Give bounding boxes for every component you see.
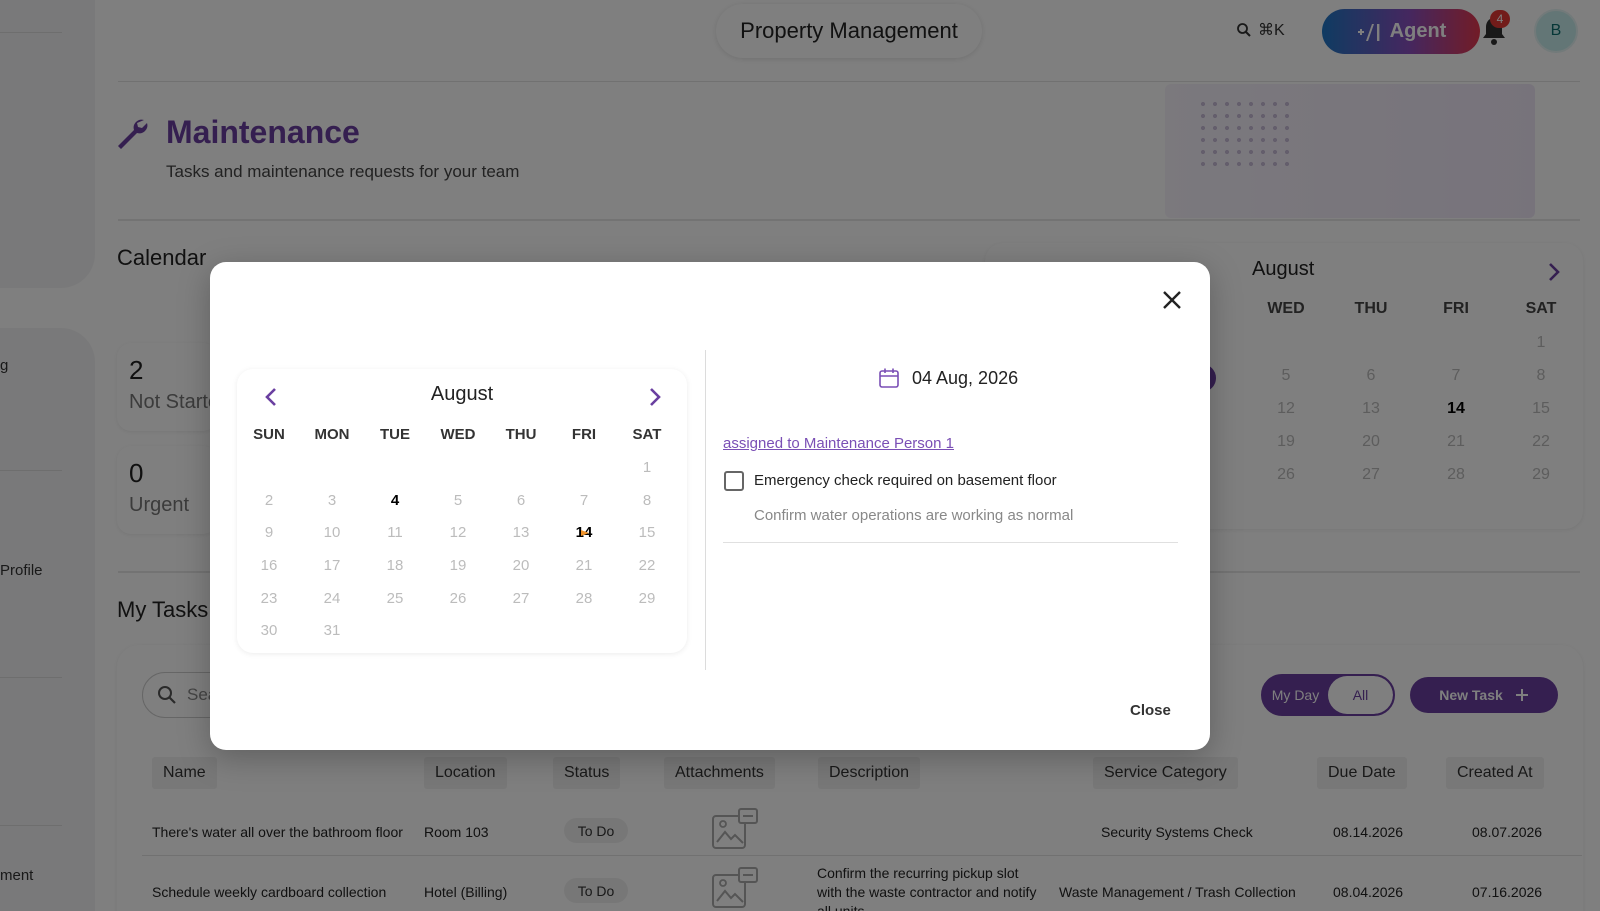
date-picker-day[interactable]: 8 — [615, 492, 679, 509]
date-picker-month: August — [430, 383, 494, 405]
close-icon[interactable] — [1160, 288, 1184, 312]
date-picker-day[interactable]: 16 — [237, 557, 301, 574]
date-picker-day-header: WED — [440, 426, 476, 443]
date-picker-day-header: THU — [505, 426, 537, 443]
task-title[interactable]: Emergency check required on basement flo… — [754, 472, 1057, 489]
assignee-link[interactable]: assigned to Maintenance Person 1 — [723, 435, 954, 452]
date-picker-day[interactable]: 23 — [237, 590, 301, 607]
date-picker-day[interactable]: 12 — [426, 524, 490, 541]
task-day-modal: August SUN MON TUE WED THU FRI SAT 1 2 3 4 5 6 7 8 9 10… — [210, 262, 1210, 750]
date-picker-day[interactable]: 20 — [489, 557, 553, 574]
date-picker-day[interactable]: 28 — [552, 590, 616, 607]
date-picker: August SUN MON TUE WED THU FRI SAT 1 2 3 4 5 6 7 8 9 10… — [237, 369, 687, 653]
date-picker-day[interactable]: 10 — [300, 524, 364, 541]
task-complete-checkbox[interactable] — [724, 471, 744, 491]
date-picker-day[interactable]: 11 — [363, 524, 427, 541]
date-picker-day[interactable]: 7 — [552, 492, 616, 509]
date-picker-day[interactable]: 18 — [363, 557, 427, 574]
selected-date-display: 04 Aug, 2026 — [878, 367, 1018, 389]
date-picker-day[interactable]: 5 — [426, 492, 490, 509]
date-picker-day-header: FRI — [571, 426, 597, 443]
date-picker-day-header: TUE — [380, 426, 410, 443]
date-picker-day[interactable]: 6 — [489, 492, 553, 509]
selected-date-text: 04 Aug, 2026 — [912, 367, 1019, 388]
date-picker-day[interactable]: 17 — [300, 557, 364, 574]
task-divider — [723, 542, 1178, 543]
date-picker-day[interactable]: 27 — [489, 590, 553, 607]
date-picker-day[interactable]: 13 — [489, 524, 553, 541]
date-picker-day[interactable]: 1 — [615, 459, 679, 476]
chevron-right-icon[interactable] — [645, 385, 665, 409]
date-picker-day[interactable]: 29 — [615, 590, 679, 607]
date-picker-day[interactable]: 9 — [237, 524, 301, 541]
date-picker-day[interactable]: 15 — [615, 524, 679, 541]
modal-divider — [705, 350, 706, 670]
date-picker-day[interactable]: 4 — [363, 492, 427, 509]
date-picker-day[interactable]: 24 — [300, 590, 364, 607]
date-picker-day[interactable]: 26 — [426, 590, 490, 607]
date-picker-day[interactable]: 31 — [300, 622, 364, 639]
calendar-icon — [879, 368, 899, 388]
date-picker-day[interactable]: 19 — [426, 557, 490, 574]
date-picker-day-header: MON — [314, 426, 350, 443]
date-picker-day[interactable]: 21 — [552, 557, 616, 574]
date-picker-day-header: SAT — [632, 426, 662, 443]
date-picker-day[interactable]: 2 — [237, 492, 301, 509]
date-picker-day-header: SUN — [253, 426, 285, 443]
date-picker-day[interactable]: 22 — [615, 557, 679, 574]
close-button[interactable]: Close — [1130, 702, 1171, 719]
date-picker-day[interactable]: 25 — [363, 590, 427, 607]
date-picker-day[interactable]: 3 — [300, 492, 364, 509]
date-picker-day[interactable]: 30 — [237, 622, 301, 639]
task-description: Confirm water operations are working as … — [754, 507, 1074, 524]
